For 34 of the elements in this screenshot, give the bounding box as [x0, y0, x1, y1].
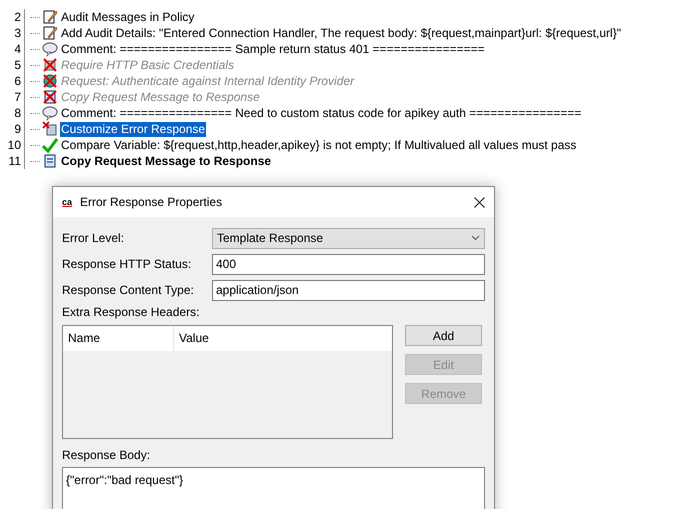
- field-label: Response Body:: [62, 447, 152, 463]
- column-header[interactable]: Value: [174, 326, 392, 351]
- response-body-field[interactable]: {"error":"bad request"}: [62, 467, 485, 509]
- policy-assertion[interactable]: Comment: ================ Need to custom status code for apikey auth ================: [60, 106, 582, 120]
- field-label: Extra Response Headers:: [62, 304, 200, 321]
- line-number: 8: [13, 105, 22, 121]
- line-number: 2: [13, 9, 22, 25]
- text-field[interactable]: 400: [212, 254, 485, 274]
- text-field[interactable]: application/json: [212, 280, 485, 300]
- window-title: Error Response Properties: [80, 194, 222, 211]
- line-number: 6: [13, 73, 22, 89]
- line-number: 3: [13, 25, 22, 41]
- field-label: Response Content Type:: [62, 282, 195, 299]
- policy-assertion[interactable]: Comment: ================ Sample return status 401 ================: [60, 42, 486, 56]
- app-logo: ca: [62, 198, 72, 206]
- line-number: 10: [6, 137, 22, 153]
- policy-assertion[interactable]: Audit Messages in Policy: [60, 10, 196, 24]
- line-number: 5: [13, 57, 22, 73]
- policy-assertion[interactable]: Copy Request Message to Response: [60, 154, 272, 168]
- close-icon[interactable]: [474, 196, 485, 208]
- line-number: 7: [13, 89, 22, 105]
- policy-assertion[interactable]: Add Audit Details: "Entered Connection Handler, The request body: ${request,mainpart}url: ${request,url}": [60, 26, 622, 40]
- column-header[interactable]: Name: [63, 326, 174, 351]
- policy-assertion[interactable]: Compare Variable: ${request,http,header,apikey} is not empty; If Multivalued all values must pass: [60, 138, 578, 152]
- field-label: Error Level:: [62, 230, 126, 247]
- error-level-dropdown[interactable]: Template Response: [212, 228, 485, 248]
- dialog-button[interactable]: Add: [405, 325, 482, 346]
- policy-assertion[interactable]: Customize Error Response: [60, 122, 206, 136]
- line-number: 11: [8, 153, 22, 169]
- checkmark-icon: [42, 137, 58, 153]
- line-number: 4: [13, 41, 22, 57]
- line-number: 9: [13, 121, 22, 137]
- field-label: Response HTTP Status:: [62, 256, 192, 273]
- chevron-down-icon: [471, 235, 480, 241]
